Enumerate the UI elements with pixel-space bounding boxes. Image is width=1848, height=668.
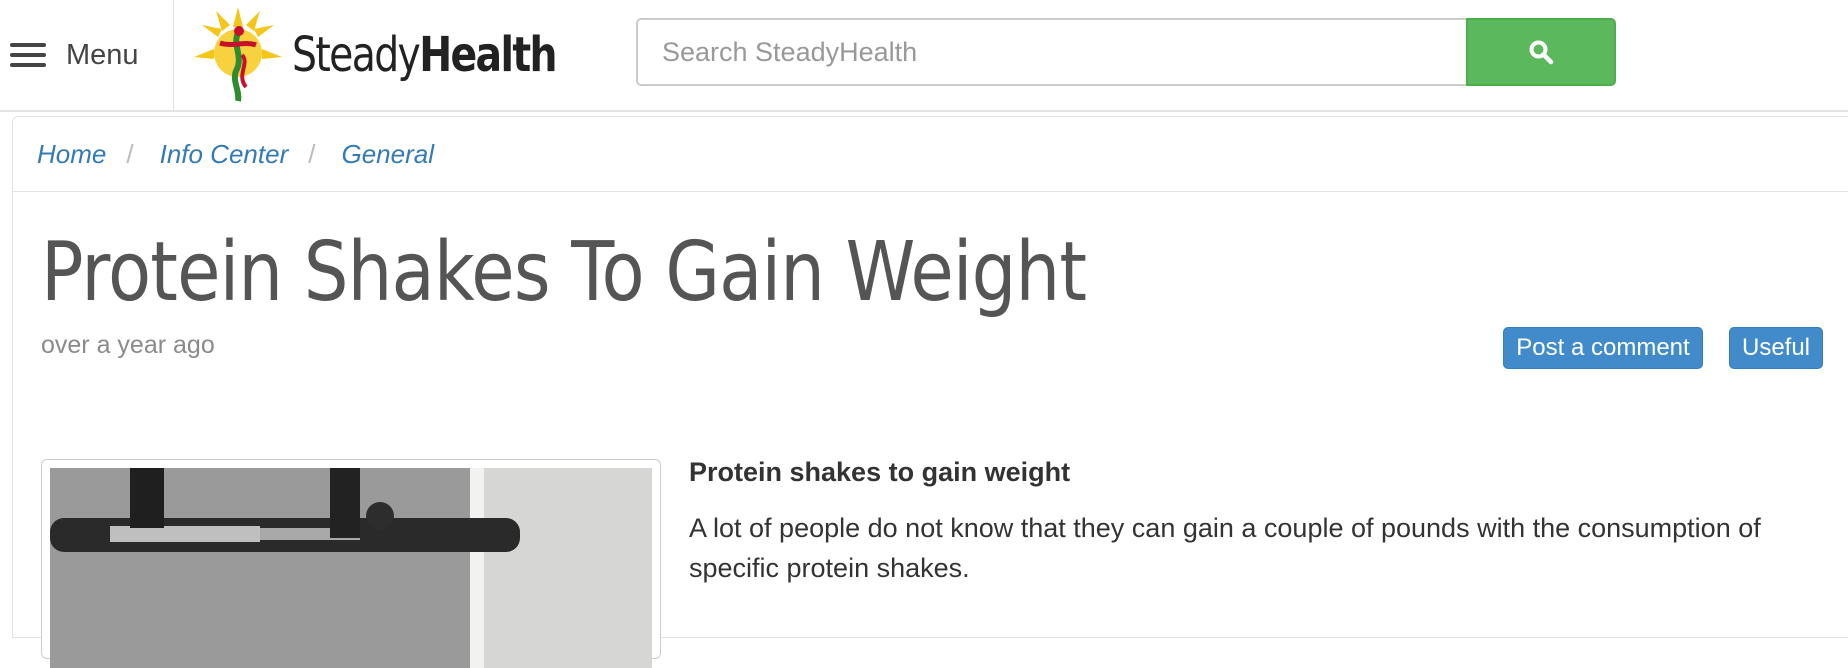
pull-up-bar-image: [50, 468, 652, 668]
sun-figure-logo-icon: [194, 7, 282, 102]
post-timestamp: over a year ago: [41, 331, 215, 359]
article-body: Protein shakes to gain weight A lot of p…: [689, 457, 1839, 588]
steadyhealth-logo[interactable]: SteadyHealth: [192, 0, 614, 110]
useful-button[interactable]: Useful: [1729, 327, 1823, 369]
article-subheading: Protein shakes to gain weight: [689, 457, 1071, 487]
breadcrumb-separator: /: [308, 138, 316, 169]
breadcrumb: Home / Info Center / General: [13, 117, 1848, 192]
article-photo: [50, 468, 652, 668]
menu-label: Menu: [66, 38, 139, 71]
breadcrumb-home-link[interactable]: Home: [37, 139, 106, 170]
site-header: Menu SteadyHealth: [0, 0, 1848, 112]
article-image-frame: [41, 459, 661, 668]
breadcrumb-separator: /: [126, 138, 134, 169]
breadcrumb-info-center-link[interactable]: Info Center: [160, 139, 289, 170]
search-form: [636, 18, 1616, 86]
hamburger-icon: [10, 43, 46, 67]
search-input[interactable]: [636, 18, 1466, 86]
content-panel: Home / Info Center / General Protein Sha…: [12, 116, 1848, 668]
logo-wordmark: SteadyHealth: [292, 27, 558, 83]
breadcrumb-general-link[interactable]: General: [341, 139, 434, 170]
search-button[interactable]: [1466, 18, 1616, 86]
page-title: Protein Shakes To Gain Weight: [41, 225, 1087, 320]
post-comment-button[interactable]: Post a comment: [1503, 327, 1703, 369]
menu-button[interactable]: Menu: [0, 0, 174, 110]
search-icon: [1529, 40, 1554, 65]
article-paragraph: A lot of people do not know that they ca…: [689, 513, 1761, 583]
